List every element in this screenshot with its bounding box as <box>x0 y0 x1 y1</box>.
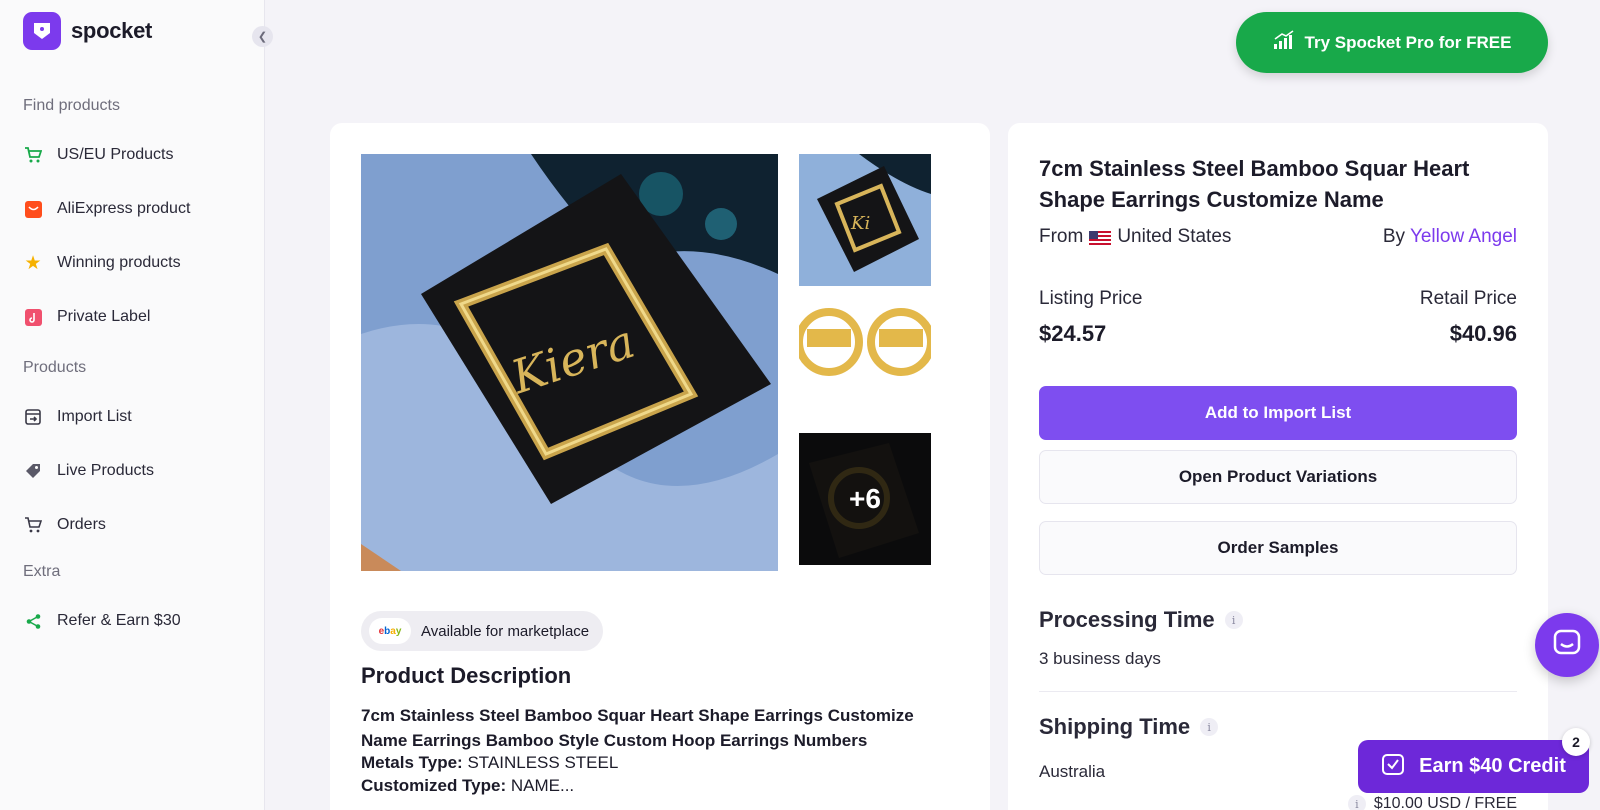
by-prefix: By <box>1382 226 1405 247</box>
try-pro-button[interactable]: Try Spocket Pro for FREE <box>1236 12 1548 73</box>
divider <box>1039 691 1517 692</box>
processing-time-heading: Processing Time i <box>1039 607 1243 633</box>
marketplace-badge: ebay Available for marketplace <box>361 611 604 651</box>
svg-text:Ki: Ki <box>850 213 870 234</box>
chevron-left-icon: ❮ <box>257 31 268 43</box>
info-icon[interactable]: i <box>1347 795 1366 810</box>
add-to-import-list-button[interactable]: Add to Import List <box>1039 386 1517 440</box>
sidebar-item-private-label[interactable]: Private Label <box>23 305 150 329</box>
listing-price-value: $24.57 <box>1039 321 1107 346</box>
sidebar-item-label: Orders <box>57 516 106 533</box>
spec-key: Customized Type: <box>361 776 507 795</box>
origin-country: United States <box>1117 226 1232 247</box>
description-title: Product Description <box>361 663 572 688</box>
processing-time-title: Processing Time <box>1039 607 1215 632</box>
sidebar-item-orders[interactable]: Orders <box>23 513 106 537</box>
description-text: 7cm Stainless Steel Bamboo Squar Heart S… <box>361 706 914 750</box>
sidebar-item-aliexpress[interactable]: AliExpress product <box>23 197 190 221</box>
orders-cart-icon <box>23 515 43 535</box>
tag-icon <box>23 461 43 481</box>
sidebar-item-live-products[interactable]: Live Products <box>23 459 154 483</box>
share-icon <box>23 611 43 631</box>
us-flag-icon <box>1089 230 1112 246</box>
sidebar-item-label: Import List <box>57 408 132 425</box>
section-extra: Extra <box>23 563 61 580</box>
shipping-time-title: Shipping Time <box>1039 714 1191 739</box>
chat-button[interactable] <box>1535 613 1599 677</box>
aliexpress-icon <box>23 199 43 219</box>
info-icon[interactable]: i <box>1224 611 1243 629</box>
spec-metals-type: Metals Type: STAINLESS STEEL <box>361 753 618 773</box>
marketplace-label: Available for marketplace <box>421 622 590 640</box>
try-pro-label: Try Spocket Pro for FREE <box>1304 32 1512 52</box>
private-label-icon <box>23 307 43 327</box>
star-icon: ★ <box>24 252 42 274</box>
spec-value: NAME... <box>510 776 575 795</box>
shipping-price-value: $10.00 USD / FREE <box>1373 795 1517 810</box>
product-details-card: 7cm Stainless Steel Bamboo Squar Heart S… <box>1008 123 1548 810</box>
sidebar-item-label: Winning products <box>57 254 181 271</box>
earn-credit-label: Earn $40 Credit <box>1419 755 1566 777</box>
notification-badge: 2 <box>1562 728 1590 756</box>
product-thumbnail[interactable]: Ki <box>799 154 931 286</box>
more-images-count: +6 <box>799 433 931 565</box>
spec-customized-type: Customized Type: NAME... <box>361 776 574 796</box>
open-product-variations-button[interactable]: Open Product Variations <box>1039 450 1517 504</box>
section-find-products: Find products <box>23 97 120 114</box>
listing-price-label: Listing Price <box>1039 288 1143 309</box>
product-thumbnail[interactable] <box>799 287 931 419</box>
shipping-price: i $10.00 USD / FREE <box>1347 795 1517 810</box>
shipping-country: Australia <box>1039 762 1106 781</box>
sidebar-item-import-list[interactable]: Import List <box>23 405 132 429</box>
product-media-card: Kiera Ki +6 ebay Available for marketpla… <box>330 123 990 810</box>
spocket-logo-icon <box>23 12 61 50</box>
sidebar-item-label: Live Products <box>57 462 154 479</box>
product-main-image[interactable]: Kiera <box>361 154 778 571</box>
spec-value: STAINLESS STEEL <box>467 753 619 772</box>
spec-key: Metals Type: <box>361 753 463 772</box>
brand-name: spocket <box>71 18 153 43</box>
retail-price-value: $40.96 <box>1449 321 1517 346</box>
sidebar-item-label: AliExpress product <box>57 200 191 217</box>
checkbox-icon <box>1381 752 1405 782</box>
product-origin: From United States <box>1039 226 1231 248</box>
product-thumbnail-more[interactable]: +6 <box>799 433 931 565</box>
sidebar: spocket Find products US/EU Products Ali… <box>0 0 265 810</box>
from-prefix: From <box>1039 226 1084 247</box>
import-icon <box>23 407 43 427</box>
sidebar-item-label: Refer & Earn $30 <box>57 612 181 629</box>
section-products: Products <box>23 359 87 376</box>
sidebar-item-winning-products[interactable]: ★ Winning products <box>23 251 181 275</box>
sidebar-item-us-eu-products[interactable]: US/EU Products <box>23 143 173 167</box>
ebay-icon: ebay <box>369 618 411 644</box>
sidebar-item-label: Private Label <box>57 308 151 325</box>
collapse-sidebar-button[interactable]: ❮ <box>252 26 273 47</box>
growth-chart-icon <box>1273 30 1295 55</box>
sidebar-item-label: US/EU Products <box>57 146 174 163</box>
retail-price-label: Retail Price <box>1419 288 1517 309</box>
sidebar-item-refer-earn[interactable]: Refer & Earn $30 <box>23 609 181 633</box>
product-seller: By Yellow Angel <box>1383 226 1517 248</box>
processing-time-value: 3 business days <box>1039 649 1161 668</box>
shipping-time-heading: Shipping Time i <box>1039 714 1219 740</box>
brand-logo[interactable]: spocket <box>23 12 152 50</box>
chat-icon <box>1552 628 1582 663</box>
info-icon[interactable]: i <box>1200 718 1219 736</box>
earn-credit-button[interactable]: Earn $40 Credit <box>1358 740 1589 793</box>
order-samples-button[interactable]: Order Samples <box>1039 521 1517 575</box>
product-title: 7cm Stainless Steel Bamboo Squar Heart S… <box>1039 156 1470 212</box>
cart-icon <box>23 145 43 165</box>
seller-link[interactable]: Yellow Angel <box>1410 226 1517 247</box>
